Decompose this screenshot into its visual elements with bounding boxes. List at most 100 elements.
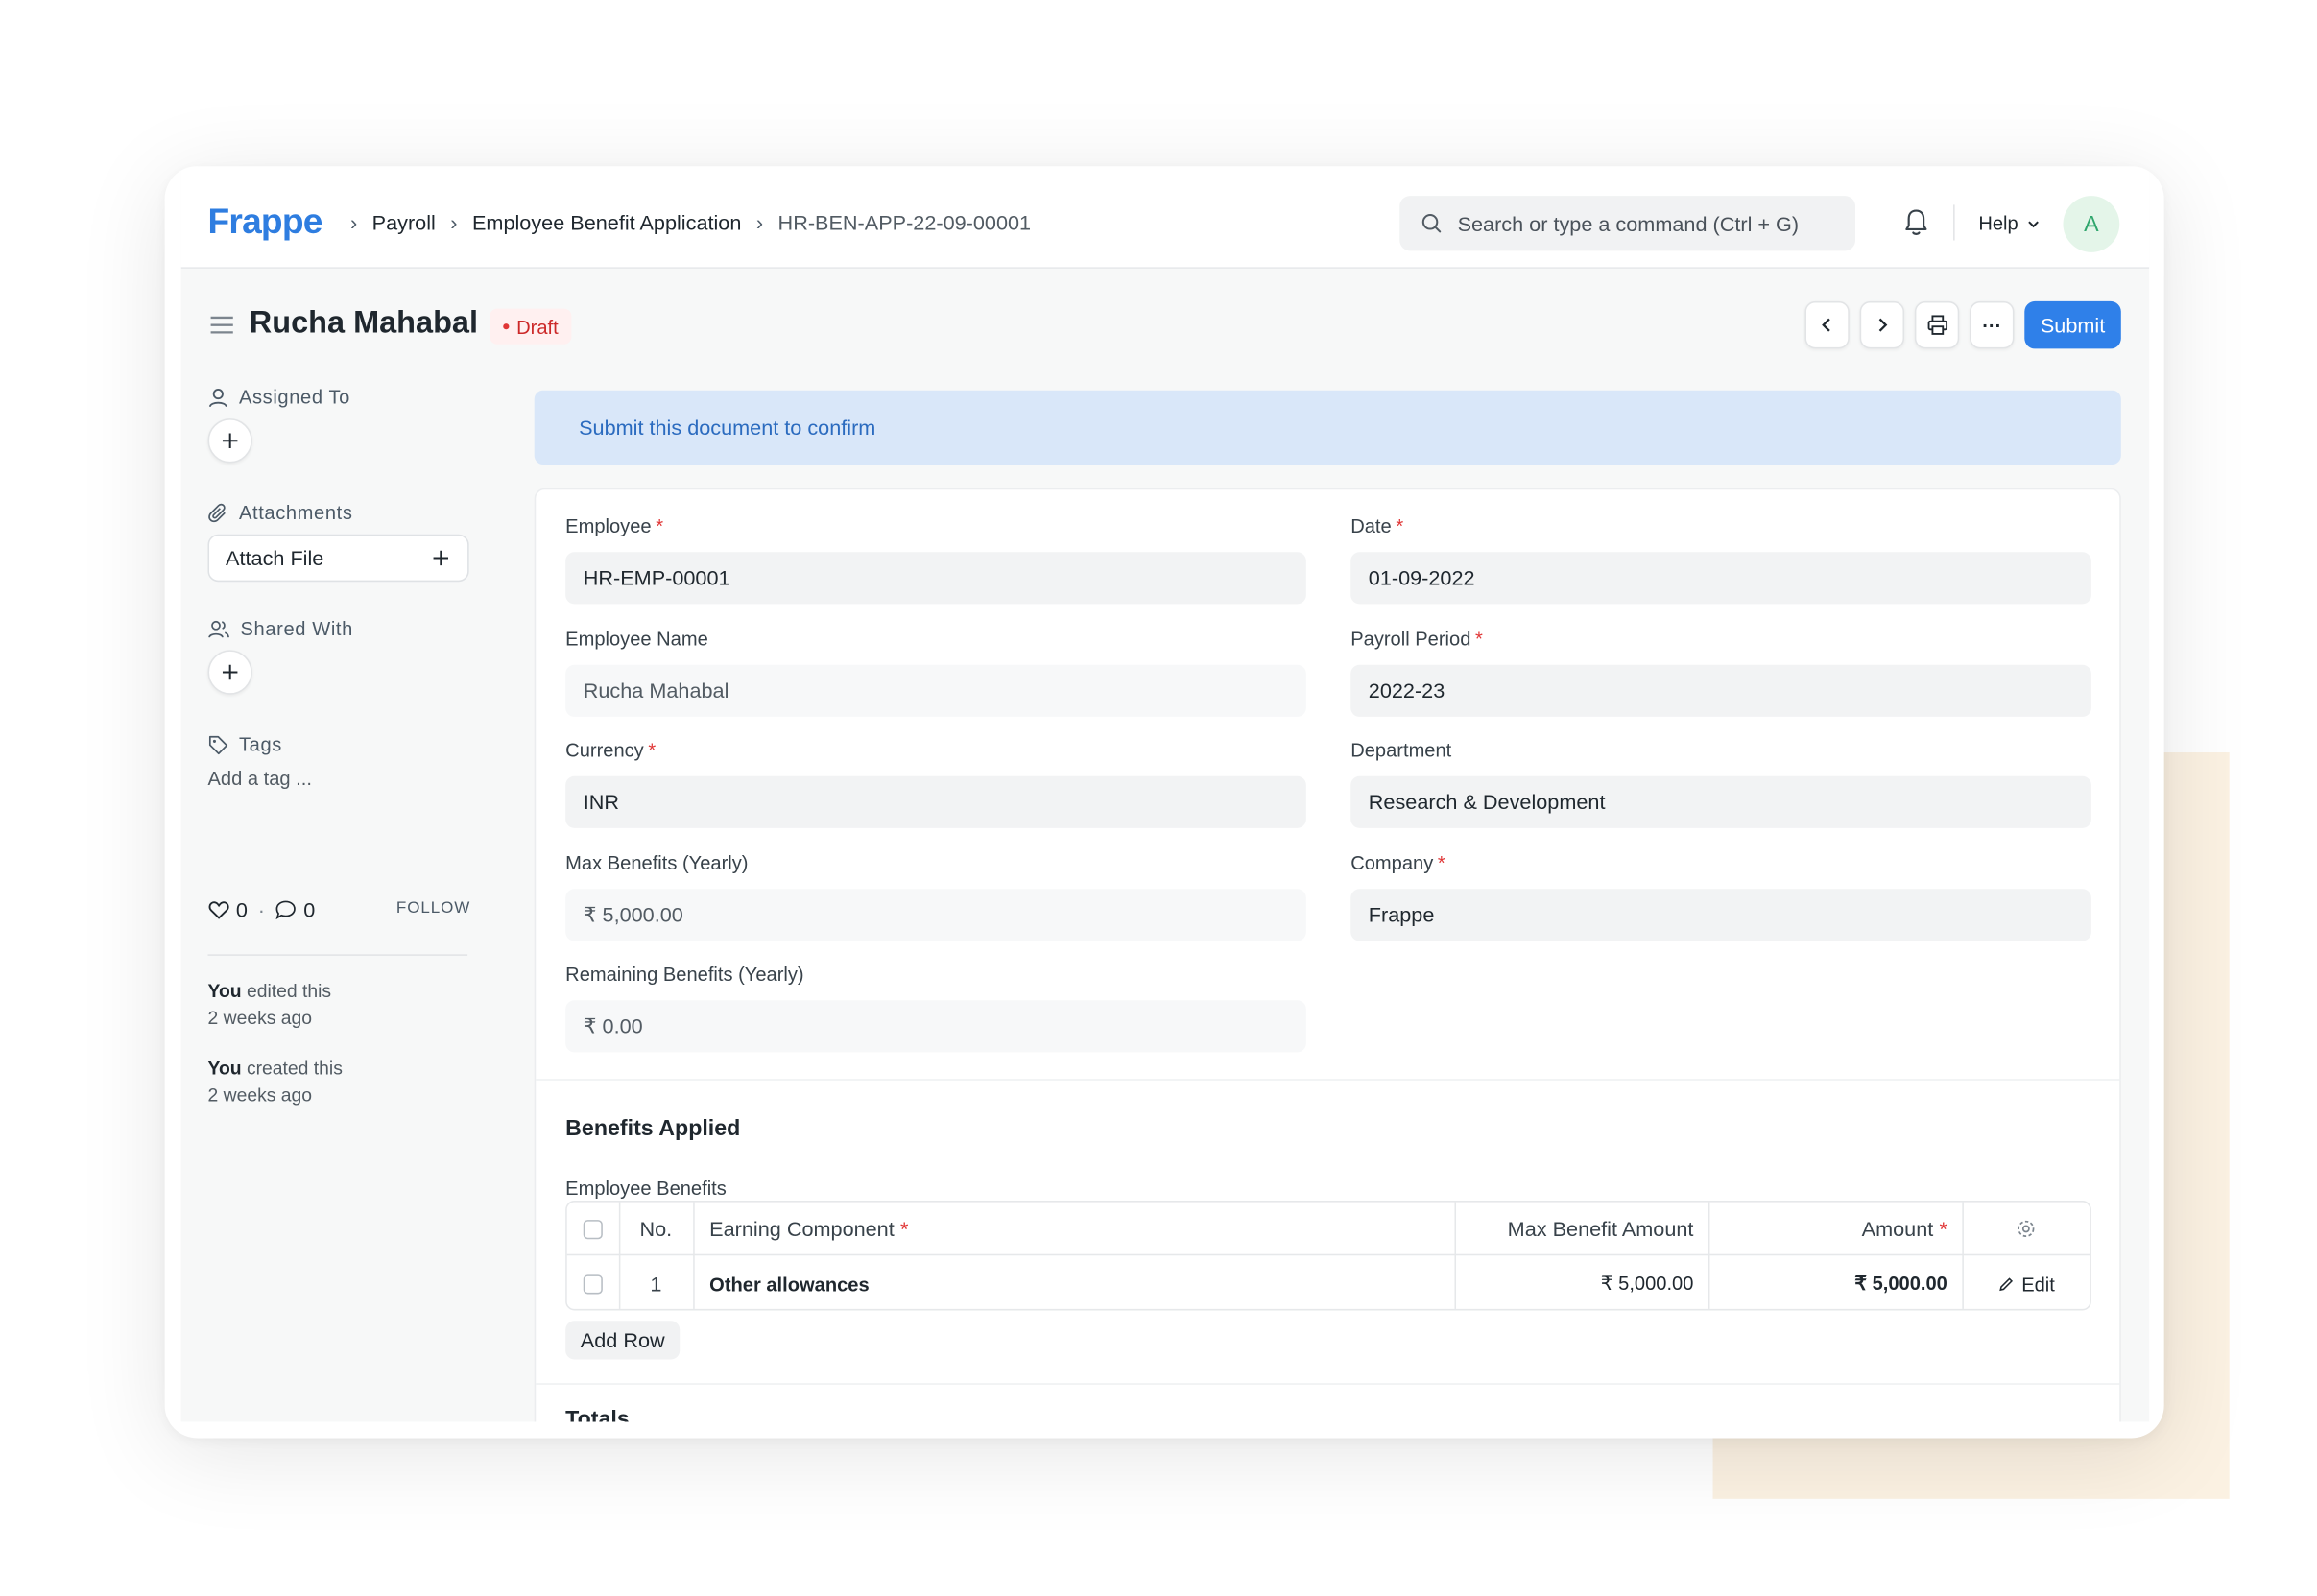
- search-icon: [1421, 214, 1442, 233]
- add-tag-link[interactable]: Add a tag ...: [207, 767, 311, 789]
- row-edit-button[interactable]: Edit: [1997, 1257, 2055, 1311]
- follow-button[interactable]: FOLLOW: [396, 899, 470, 917]
- form-intro-message: Submit this document to confirm: [534, 390, 2121, 465]
- shared-with-heading: Shared With: [207, 617, 352, 639]
- table-row[interactable]: 1 Other allowances ₹ 5,000.00 ₹ 5,000.00…: [567, 1257, 2090, 1311]
- navbar-divider: [1953, 204, 1955, 241]
- header-max-benefit-amount: Max Benefit Amount: [1507, 1217, 1694, 1241]
- currency-label: Currency *: [565, 739, 657, 762]
- assigned-to-label: Assigned To: [238, 386, 350, 409]
- add-share-button[interactable]: [207, 650, 252, 695]
- notification-bell-icon[interactable]: [1902, 207, 1929, 237]
- assigned-to-heading: Assigned To: [207, 386, 349, 408]
- edit-label: Edit: [2021, 1273, 2055, 1296]
- payroll-period-field: Payroll Period * 2022-23: [1350, 628, 2091, 717]
- row-amount[interactable]: ₹ 5,000.00: [1708, 1257, 1947, 1311]
- activity-user: You: [207, 981, 242, 1002]
- shared-with-label: Shared With: [240, 617, 353, 640]
- status-label: Draft: [516, 315, 559, 338]
- breadcrumb: › Payroll › Employee Benefit Application…: [335, 211, 1031, 235]
- help-dropdown[interactable]: Help: [1978, 212, 2041, 234]
- row-max-benefit-amount: ₹ 5,000.00: [1600, 1272, 1694, 1295]
- separator-dot: ·: [257, 897, 265, 922]
- remaining-benefits-label: Remaining Benefits (Yearly): [565, 963, 804, 986]
- department-label: Department: [1350, 739, 1452, 762]
- activity-user: You: [207, 1058, 242, 1080]
- search-placeholder: Search or type a command (Ctrl + G): [1457, 211, 1800, 236]
- date-label: Date *: [1350, 514, 1404, 537]
- chevron-right-icon: ›: [755, 210, 764, 235]
- app-viewport: Frappe › Payroll › Employee Benefit Appl…: [180, 166, 2150, 1422]
- page-title: Rucha Mahabal: [249, 305, 479, 341]
- users-icon: [208, 620, 229, 637]
- user-avatar[interactable]: A: [2063, 196, 2120, 252]
- breadcrumb-payroll[interactable]: Payroll: [372, 211, 436, 235]
- employee-name-value: Rucha Mahabal: [565, 664, 1306, 717]
- search-bar[interactable]: Search or type a command (Ctrl + G): [1399, 196, 1855, 251]
- activity-action: edited this: [241, 981, 332, 1002]
- employee-input[interactable]: HR-EMP-00001: [565, 552, 1306, 605]
- add-assignee-button[interactable]: [207, 418, 252, 464]
- activity-action: created this: [241, 1058, 343, 1080]
- next-document-button[interactable]: [1859, 300, 1905, 349]
- chevron-right-icon: ›: [349, 210, 358, 235]
- breadcrumb-current-document[interactable]: HR-BEN-APP-22-09-00001: [778, 211, 1032, 235]
- employee-label: Employee *: [565, 514, 664, 537]
- date-field: Date * 01-09-2022: [1350, 515, 2091, 605]
- date-input[interactable]: 01-09-2022: [1350, 552, 2091, 605]
- page-head: Rucha Mahabal Draft ··· Submit: [181, 270, 2150, 376]
- comment-icon[interactable]: [275, 899, 298, 920]
- tags-label: Tags: [238, 732, 282, 756]
- payroll-period-label: Payroll Period *: [1350, 628, 1483, 651]
- row-checkbox[interactable]: [583, 1257, 603, 1311]
- section-divider: [536, 1079, 2121, 1081]
- row-earning-component[interactable]: Other allowances: [709, 1257, 869, 1311]
- employee-benefits-table: No. Earning Component * Max Benefit Amoun…: [565, 1201, 2091, 1311]
- breadcrumb-employee-benefit-application[interactable]: Employee Benefit Application: [472, 211, 741, 235]
- submit-button[interactable]: Submit: [2024, 300, 2121, 349]
- sidebar-divider: [207, 954, 468, 956]
- max-benefits-field: Max Benefits (Yearly) ₹ 5,000.00: [565, 852, 1306, 941]
- employee-name-field: Employee Name Rucha Mahabal: [565, 628, 1306, 717]
- select-all-checkbox[interactable]: [583, 1203, 603, 1256]
- remaining-benefits-field: Remaining Benefits (Yearly) ₹ 0.00: [565, 964, 1306, 1053]
- employee-benefits-label: Employee Benefits: [565, 1177, 727, 1200]
- add-row-button[interactable]: Add Row: [565, 1321, 681, 1360]
- department-field: Department Research & Development: [1350, 739, 2091, 828]
- department-input[interactable]: Research & Development: [1350, 775, 2091, 828]
- payroll-period-input[interactable]: 2022-23: [1350, 664, 2091, 717]
- employee-field: Employee * HR-EMP-00001: [565, 515, 1306, 605]
- more-actions-button[interactable]: ···: [1970, 300, 2015, 349]
- header-no: No.: [639, 1217, 673, 1241]
- activity-time: 2 weeks ago: [207, 1008, 313, 1029]
- form-layout: Employee * HR-EMP-00001 Date * 01-09-2022 …: [534, 488, 2121, 1422]
- previous-document-button[interactable]: [1804, 300, 1850, 349]
- plus-icon: [222, 664, 238, 680]
- heart-icon[interactable]: [207, 899, 229, 920]
- attachments-label: Attachments: [238, 501, 353, 524]
- tags-heading: Tags: [207, 733, 281, 755]
- table-header-row: No. Earning Component * Max Benefit Amoun…: [566, 1203, 2090, 1256]
- currency-field: Currency * INR: [565, 739, 1306, 828]
- section-divider: [536, 1383, 2121, 1385]
- attach-file-label: Attach File: [226, 546, 324, 570]
- print-button[interactable]: [1914, 300, 1960, 349]
- row-number: 1: [650, 1272, 662, 1297]
- max-benefits-label: Max Benefits (Yearly): [565, 851, 749, 874]
- plus-icon: [433, 550, 449, 566]
- max-benefits-value: ₹ 5,000.00: [565, 889, 1306, 941]
- column-settings-icon[interactable]: [2016, 1203, 2037, 1256]
- currency-input[interactable]: INR: [565, 775, 1306, 828]
- employee-name-label: Employee Name: [565, 628, 708, 651]
- printer-icon: [1926, 315, 1947, 335]
- company-input[interactable]: Frappe: [1350, 889, 2091, 941]
- navbar: Frappe › Payroll › Employee Benefit Appl…: [180, 166, 2150, 269]
- attach-file-button[interactable]: Attach File: [207, 534, 469, 583]
- sidebar-toggle-icon[interactable]: [209, 315, 234, 336]
- status-dot-icon: [503, 323, 510, 330]
- help-label: Help: [1978, 212, 2018, 235]
- frappe-logo[interactable]: Frappe: [207, 202, 322, 243]
- company-label: Company *: [1350, 851, 1445, 874]
- likes-comments-counter: 0 · 0: [207, 897, 315, 922]
- plus-icon: [222, 433, 238, 449]
